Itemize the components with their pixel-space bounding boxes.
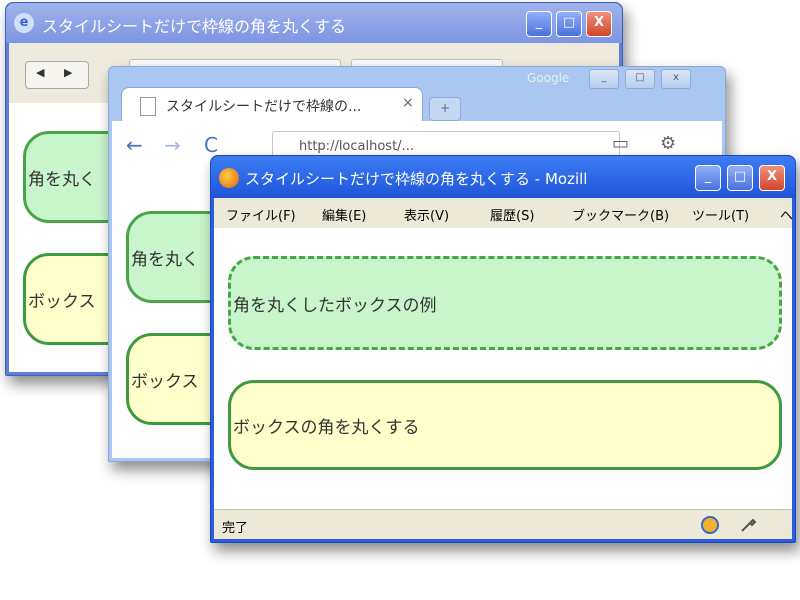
- ie-forward-button[interactable]: ▶: [64, 66, 72, 79]
- chrome-reload-icon[interactable]: C: [204, 133, 218, 157]
- firefox-close-button[interactable]: X: [759, 165, 785, 191]
- ie-logo-icon: e: [14, 13, 34, 33]
- chrome-forward-icon[interactable]: →: [164, 133, 181, 157]
- firefox-titlebar[interactable]: スタイルシートだけで枠線の角を丸くする - Mozill _ □ X: [211, 156, 795, 198]
- firefox-content: 角を丸くしたボックスの例 ボックスの角を丸くする: [214, 228, 792, 510]
- menu-help[interactable]: ヘ: [780, 205, 793, 224]
- firefox-rounded-box-green: 角を丸くしたボックスの例: [228, 256, 782, 350]
- firefox-logo-icon: [219, 168, 239, 188]
- security-status-icon[interactable]: [700, 515, 720, 535]
- ie-window-title: スタイルシートだけで枠線の角を丸くする: [42, 17, 347, 36]
- firefox-rounded-box-yellow: ボックスの角を丸くする: [228, 380, 782, 470]
- ie-titlebar[interactable]: e スタイルシートだけで枠線の角を丸くする _ □ X: [6, 3, 622, 43]
- firefox-minimize-button[interactable]: _: [695, 165, 721, 191]
- menu-bookmarks[interactable]: ブックマーク(B): [572, 205, 669, 224]
- chrome-brand-label: Google: [527, 71, 570, 85]
- ie-close-button[interactable]: X: [586, 11, 612, 37]
- firefox-statusbar: 完了: [214, 509, 792, 539]
- chrome-maximize-button[interactable]: □: [625, 69, 655, 89]
- menu-edit[interactable]: 編集(E): [322, 205, 366, 224]
- menu-view[interactable]: 表示(V): [404, 205, 449, 224]
- menu-history[interactable]: 履歴(S): [490, 205, 534, 224]
- chrome-wrench-icon[interactable]: ⚙: [660, 133, 676, 154]
- chrome-new-tab-button[interactable]: +: [429, 97, 461, 121]
- chrome-minimize-button[interactable]: _: [589, 69, 619, 89]
- chrome-tab-title: スタイルシートだけで枠線の...: [166, 99, 362, 115]
- ie-maximize-button[interactable]: □: [556, 11, 582, 37]
- menu-file[interactable]: ファイル(F): [226, 205, 296, 224]
- chrome-close-button[interactable]: x: [661, 69, 691, 89]
- firefox-maximize-button[interactable]: □: [727, 165, 753, 191]
- ie-back-button[interactable]: ◀: [36, 66, 44, 79]
- chrome-back-icon[interactable]: ←: [126, 133, 143, 157]
- page-icon: [140, 97, 156, 116]
- wrench-icon[interactable]: [738, 515, 758, 535]
- firefox-status-text: 完了: [222, 521, 249, 536]
- menu-tools[interactable]: ツール(T): [692, 205, 749, 224]
- chrome-tab-close-button[interactable]: ×: [402, 95, 414, 111]
- ie-minimize-button[interactable]: _: [526, 11, 552, 37]
- firefox-window: スタイルシートだけで枠線の角を丸くする - Mozill _ □ X ファイル(…: [210, 155, 796, 543]
- firefox-window-title: スタイルシートだけで枠線の角を丸くする - Mozill: [245, 170, 588, 188]
- chrome-tab[interactable]: スタイルシートだけで枠線の... ×: [121, 87, 423, 122]
- ie-nav-buttons: ◀ ▶: [25, 61, 89, 89]
- chrome-page-menu-icon[interactable]: ▭: [612, 133, 629, 154]
- firefox-menubar: ファイル(F) 編集(E) 表示(V) 履歴(S) ブックマーク(B) ツール(…: [214, 198, 793, 228]
